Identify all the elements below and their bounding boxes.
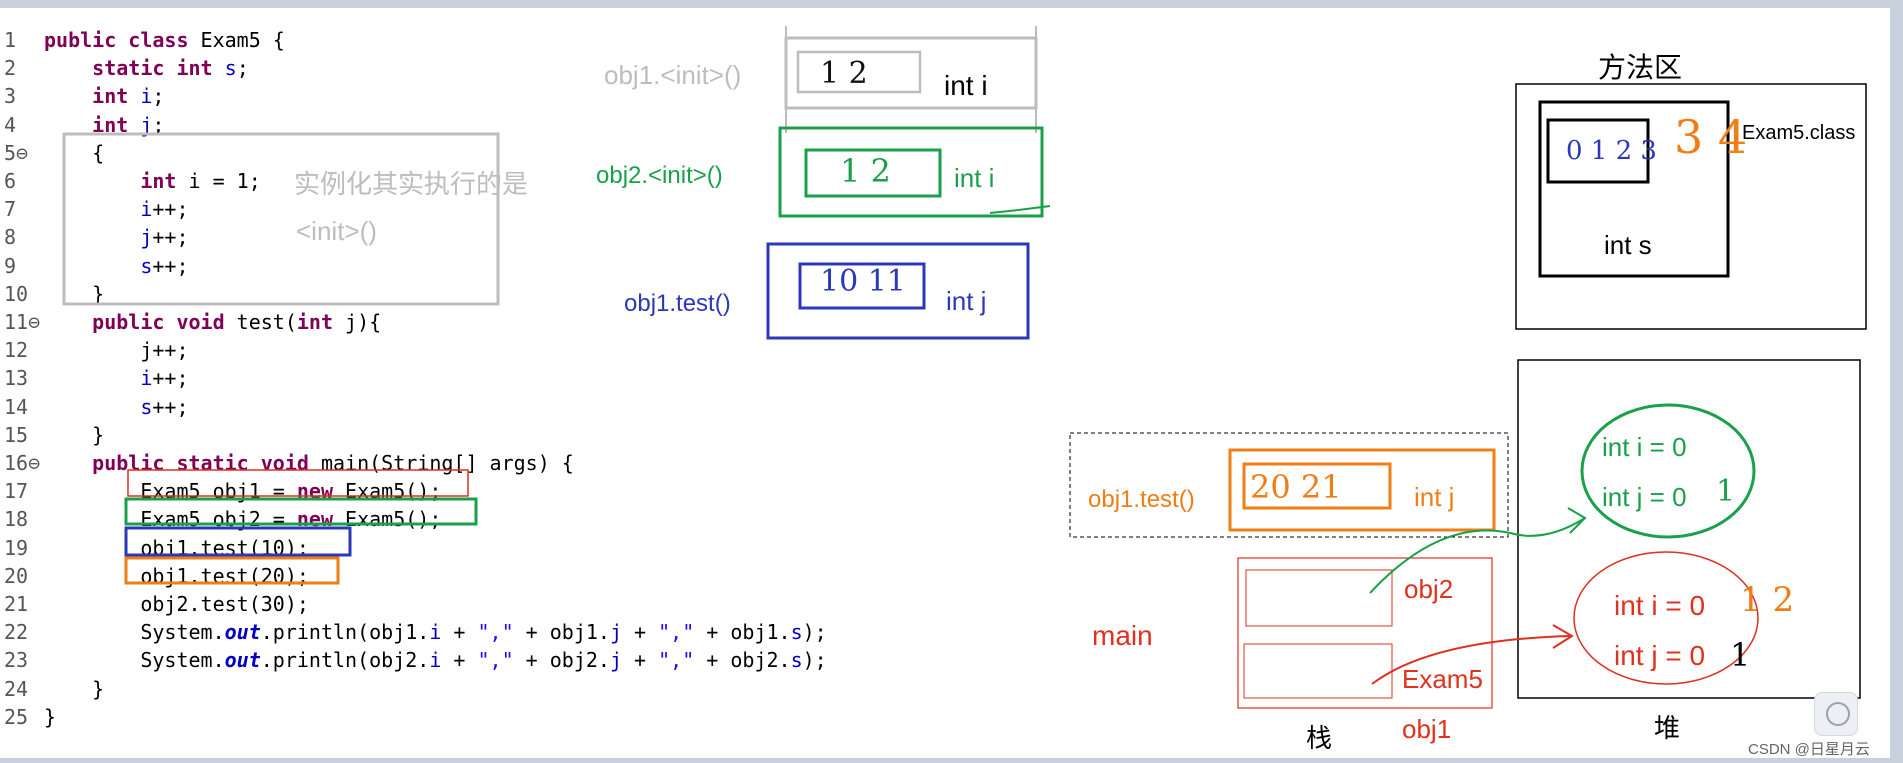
play-icon [1826, 702, 1850, 726]
stack-title: 栈 [1306, 723, 1333, 753]
heap-obj1-i-value: 1 2 [1740, 580, 1795, 620]
frame1-value: 1 2 [820, 56, 868, 91]
frame3-var: int j [946, 286, 987, 316]
frame2-box [778, 126, 1044, 218]
frame1-label: obj1.<init>() [604, 60, 742, 90]
heap-obj2-j-value: 1 [1716, 474, 1736, 509]
heap-obj1-j-value: 1 [1730, 636, 1751, 674]
slot-obj2 [1245, 569, 1393, 627]
heap-obj2 [1580, 403, 1756, 539]
highlight-line-20 [124, 556, 340, 585]
frame2-var: int i [954, 163, 995, 193]
stack-obj2: obj2 [1404, 574, 1454, 604]
frame3-label: obj1.test() [624, 290, 731, 317]
frame4-label: obj1.test() [1088, 486, 1195, 513]
highlight-line-18 [124, 497, 478, 526]
slot-obj1 [1243, 643, 1393, 699]
heap-obj2-i: int i = 0 [1602, 432, 1687, 462]
main-label: main [1092, 620, 1153, 651]
diagram-canvas: 1 public class Exam5 {2 static int s; 3 in… [0, 8, 1890, 758]
stack-exam5: Exam5 [1402, 664, 1483, 694]
init-note-line1: 实例化其实执行的是 [294, 169, 529, 199]
class-name: Exam5.class [1742, 122, 1856, 144]
static-var: int s [1604, 230, 1652, 260]
highlight-line-19 [124, 526, 352, 557]
heap-obj1-i: int i = 0 [1614, 590, 1706, 621]
heap-obj1-j: int j = 0 [1614, 640, 1706, 671]
annotation-layer [62, 26, 1867, 709]
frame4-var: int j [1414, 482, 1455, 512]
highlight-line-17 [127, 469, 469, 497]
init-note-line2: <init>() [296, 216, 377, 246]
heap-title: 堆 [1654, 713, 1681, 743]
watermark: CSDN @日星月云 [1748, 741, 1870, 758]
frame2-value: 1 2 [840, 152, 891, 190]
frame3-value: 10 11 [820, 264, 906, 299]
frame4-value: 20 21 [1250, 468, 1342, 506]
static-value-final: 3 4 [1674, 110, 1748, 164]
play-button[interactable] [1814, 692, 1858, 736]
heap-obj2-j: int j = 0 [1602, 482, 1687, 512]
static-value: 0 1 2 3 [1566, 136, 1657, 166]
frame2-label: obj2.<init>() [596, 162, 723, 189]
init-block-box [62, 132, 500, 306]
frame1-var: int i [944, 70, 988, 101]
stack-obj1: obj1 [1402, 714, 1452, 744]
method-area-title: 方法区 [1598, 52, 1683, 83]
